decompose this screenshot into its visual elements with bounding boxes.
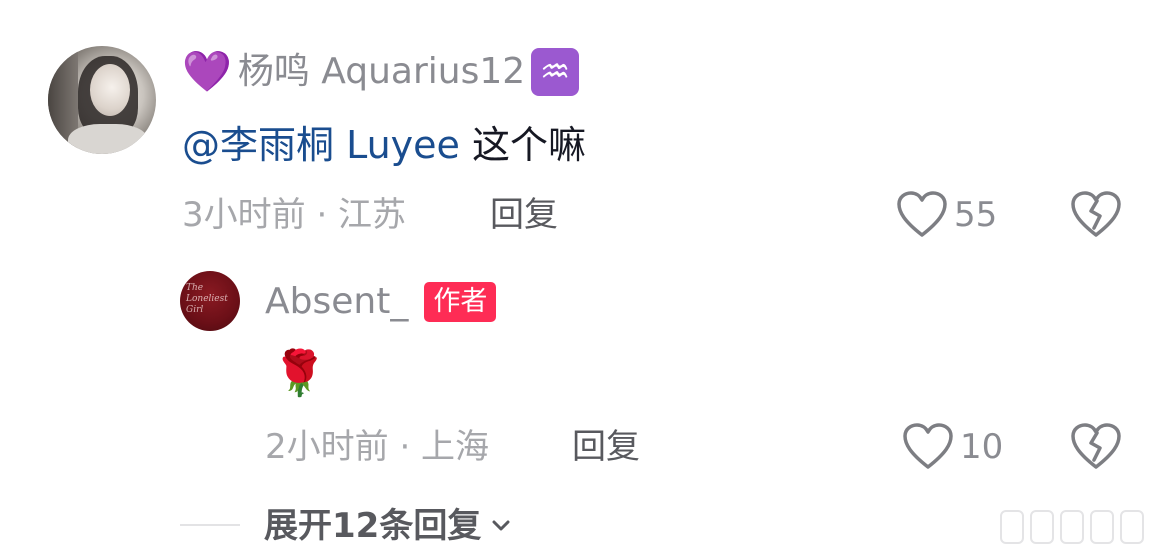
avatar-script-text: The Loneliest Girl: [186, 283, 228, 315]
aquarius-icon: ♒: [531, 48, 580, 96]
purple-heart-icon: 💜: [182, 49, 232, 95]
reply-header: Absent_ 作者: [265, 280, 497, 324]
expand-replies-label: 展开12条回复: [264, 506, 482, 546]
chevron-down-icon: [489, 514, 513, 538]
broken-heart-icon[interactable]: [1070, 422, 1122, 472]
comment-username[interactable]: 杨鸣 Aquarius12: [238, 48, 525, 96]
comment-time-location: 3小时前 · 江苏: [182, 195, 407, 235]
reply-avatar[interactable]: The Loneliest Girl: [180, 271, 240, 331]
watermark: [1000, 510, 1160, 544]
author-badge: 作者: [424, 282, 497, 322]
avatar[interactable]: [48, 46, 156, 154]
broken-heart-icon[interactable]: [1070, 190, 1122, 240]
avatar-face: [90, 64, 130, 116]
reply-like-count: 10: [960, 427, 1004, 467]
comment-header: 💜 杨鸣 Aquarius12 ♒: [182, 48, 580, 96]
comment-body: 这个嘛: [459, 123, 587, 167]
divider: [180, 524, 240, 526]
expand-replies-button[interactable]: 展开12条回复: [264, 503, 513, 549]
rose-icon: 🌹: [272, 348, 327, 399]
reply-button[interactable]: 回复: [490, 192, 558, 238]
avatar-shoulder: [68, 124, 148, 154]
heart-icon[interactable]: [896, 190, 948, 240]
comment-text: @李雨桐 Luyee 这个嘛: [182, 118, 586, 172]
reply-time-location: 2小时前 · 上海: [265, 427, 490, 467]
reply-reply-button[interactable]: 回复: [572, 424, 640, 470]
mention-link[interactable]: @李雨桐 Luyee: [182, 123, 460, 167]
like-count: 55: [954, 195, 998, 235]
heart-icon[interactable]: [902, 422, 954, 472]
reply-username[interactable]: Absent_: [265, 280, 408, 324]
